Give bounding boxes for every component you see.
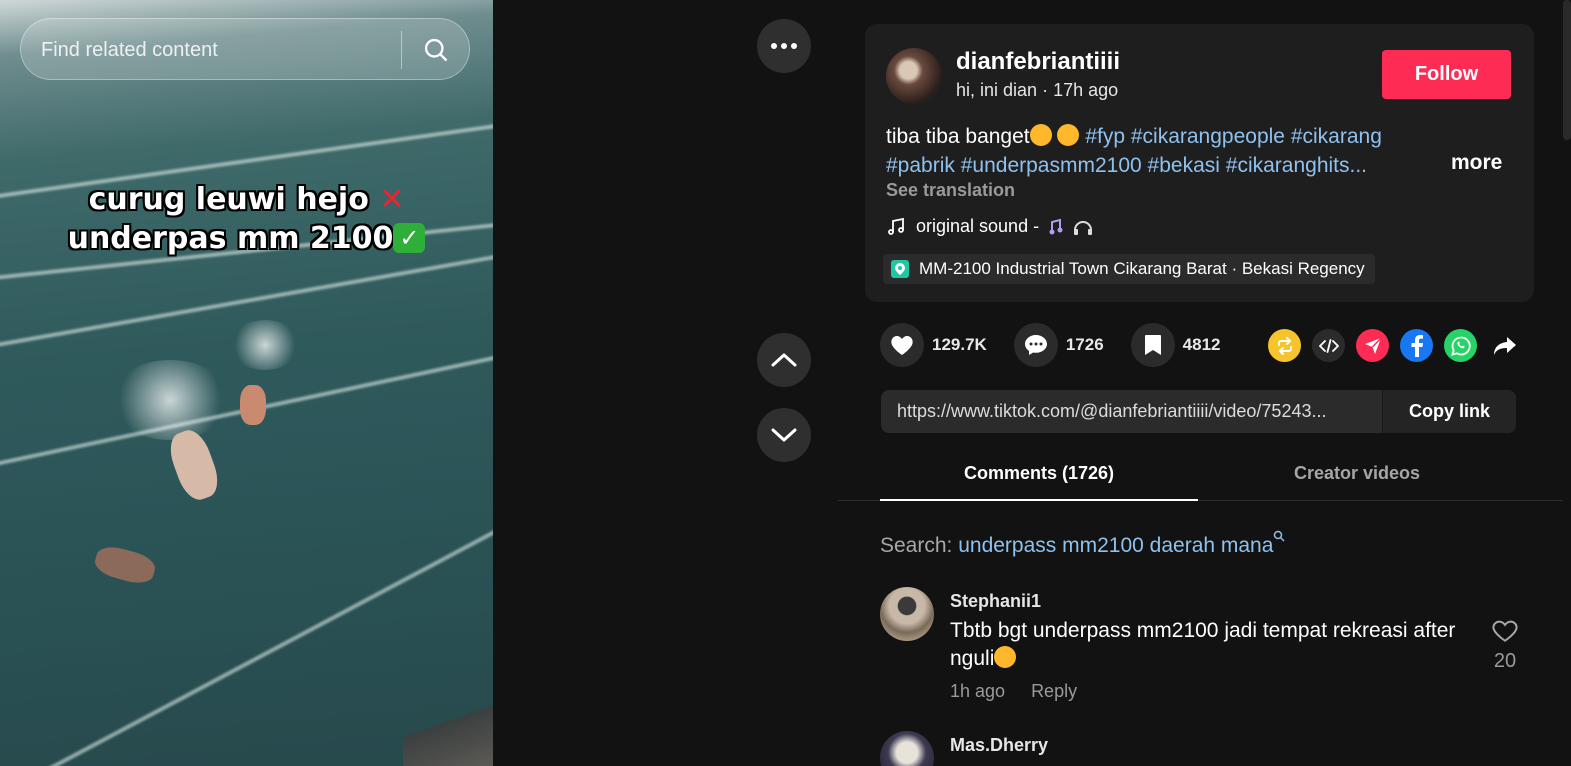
video-link-bar: https://www.tiktok.com/@dianfebriantiiii… bbox=[881, 390, 1516, 433]
author-username[interactable]: dianfebriantiiii bbox=[956, 48, 1120, 76]
comment-body: Tbtb bgt underpass mm2100 jadi tempat re… bbox=[950, 619, 1456, 670]
engagement-stats: 129.7K 1726 4812 bbox=[880, 322, 1247, 368]
location-pin-icon bbox=[891, 260, 909, 278]
video-player[interactable]: curug leuwi hejo ✕ underpas mm 2100 ✓ bbox=[0, 0, 493, 766]
video-url[interactable]: https://www.tiktok.com/@dianfebriantiiii… bbox=[897, 401, 1377, 422]
hashtag[interactable]: #fyp bbox=[1085, 125, 1125, 148]
author-avatar[interactable] bbox=[886, 48, 942, 104]
concrete-edge bbox=[403, 696, 493, 766]
scared-face-emoji-icon bbox=[1029, 124, 1052, 146]
share-options bbox=[1268, 329, 1521, 362]
like-button[interactable]: 129.7K bbox=[880, 323, 987, 367]
location-tag[interactable]: MM-2100 Industrial Town Cikarang Barat ·… bbox=[883, 254, 1375, 284]
hashtag[interactable]: #cikarangpeople bbox=[1131, 125, 1285, 148]
hashtag[interactable]: #pabrik bbox=[886, 154, 955, 177]
commenter-avatar[interactable] bbox=[880, 587, 934, 641]
description-text: tiba tiba banget bbox=[886, 125, 1030, 148]
cross-mark-icon: ✕ bbox=[379, 182, 405, 217]
next-video-button[interactable] bbox=[757, 408, 811, 462]
share-arrow-icon[interactable] bbox=[1488, 329, 1521, 362]
send-icon[interactable] bbox=[1356, 329, 1389, 362]
author-display-name: hi, ini dian bbox=[956, 80, 1038, 100]
chevron-down-icon bbox=[771, 428, 797, 442]
related-search-box bbox=[20, 18, 470, 80]
music-note-icon bbox=[888, 217, 904, 235]
search-icon bbox=[1274, 530, 1285, 542]
tab-comments[interactable]: Comments (1726) bbox=[880, 463, 1198, 501]
suggested-search-query[interactable]: underpass mm2100 daerah mana bbox=[958, 534, 1273, 557]
panel-tabs: Comments (1726) Creator videos bbox=[838, 455, 1563, 501]
comment-count: 1726 bbox=[1065, 335, 1104, 354]
post-description: tiba tiba banget #fyp #cikarangpeople #c… bbox=[886, 122, 1446, 180]
check-mark-icon: ✓ bbox=[393, 223, 426, 253]
location-name: MM-2100 Industrial Town Cikarang Barat ·… bbox=[919, 259, 1365, 278]
separator: · bbox=[1037, 80, 1054, 100]
overlay-line-1: curug leuwi hejo bbox=[88, 182, 369, 217]
whatsapp-icon[interactable] bbox=[1444, 329, 1477, 362]
hashtag[interactable]: #underpasmm2100 bbox=[961, 154, 1142, 177]
overlay-line-2: underpas mm 2100 bbox=[67, 221, 394, 256]
comment-button[interactable]: 1726 bbox=[1013, 323, 1104, 367]
more-options-button[interactable] bbox=[757, 19, 811, 73]
comment-text: Tbtb bgt underpass mm2100 jadi tempat re… bbox=[950, 617, 1470, 673]
laughing-emoji-icon bbox=[1057, 124, 1080, 146]
save-count: 4812 bbox=[1182, 335, 1221, 354]
post-time: 17h ago bbox=[1053, 80, 1119, 100]
comment-search-suggestion: Search: underpass mm2100 daerah mana bbox=[880, 530, 1285, 558]
comment-item: Stephanii1 Tbtb bgt underpass mm2100 jad… bbox=[880, 587, 1530, 717]
search-prefix: Search: bbox=[880, 534, 959, 557]
reply-button[interactable]: Reply bbox=[1031, 681, 1077, 702]
scrollbar[interactable] bbox=[1563, 0, 1571, 140]
follow-button[interactable]: Follow bbox=[1382, 50, 1511, 99]
facebook-icon[interactable] bbox=[1400, 329, 1433, 362]
hashtag[interactable]: #bekasi bbox=[1148, 154, 1220, 177]
more-horizontal-icon bbox=[771, 43, 797, 49]
comment-meta: 1h ago Reply bbox=[950, 681, 1077, 702]
sound-link[interactable]: original sound - bbox=[886, 216, 1093, 237]
search-divider bbox=[401, 31, 402, 69]
tab-creator-videos[interactable]: Creator videos bbox=[1198, 463, 1516, 484]
sound-name: original sound - bbox=[916, 216, 1040, 236]
commenter-avatar[interactable] bbox=[880, 731, 934, 766]
comment-time: 1h ago bbox=[950, 681, 1006, 701]
swimmer bbox=[164, 425, 224, 505]
heart-icon bbox=[891, 335, 913, 355]
details-panel: dianfebriantiiii hi, ini dian · 17h ago … bbox=[838, 0, 1571, 766]
commenter-username[interactable]: Stephanii1 bbox=[950, 591, 1041, 612]
previous-video-button[interactable] bbox=[757, 333, 811, 387]
swimmer bbox=[240, 385, 266, 425]
hashtag[interactable]: #cikarang bbox=[1291, 125, 1382, 148]
repost-icon[interactable] bbox=[1268, 329, 1301, 362]
more-button[interactable]: more bbox=[1451, 151, 1502, 175]
commenter-username[interactable]: Mas.Dherry bbox=[950, 735, 1048, 756]
heart-outline-icon bbox=[1492, 620, 1518, 642]
chevron-up-icon bbox=[771, 353, 797, 367]
copy-link-button[interactable]: Copy link bbox=[1382, 390, 1516, 433]
comment-bubble-icon bbox=[1024, 335, 1047, 355]
search-icon[interactable] bbox=[416, 31, 456, 69]
comment-like-count: 20 bbox=[1493, 650, 1517, 672]
related-search-input[interactable] bbox=[41, 31, 401, 69]
save-button[interactable]: 4812 bbox=[1130, 323, 1221, 367]
water-spray bbox=[230, 320, 300, 370]
bookmark-icon bbox=[1144, 335, 1161, 355]
comment-item: Mas.Dherry bbox=[880, 731, 1530, 766]
author-subline: hi, ini dian · 17h ago bbox=[956, 80, 1118, 101]
comment-like-button[interactable]: 20 bbox=[1485, 619, 1525, 673]
tiktok-video-page: curug leuwi hejo ✕ underpas mm 2100✓ dia… bbox=[0, 0, 1571, 766]
swimmer bbox=[92, 542, 158, 588]
video-caption-overlay: curug leuwi hejo ✕ underpas mm 2100 ✓ bbox=[0, 180, 493, 258]
hashtag[interactable]: #cikaranghits... bbox=[1226, 154, 1367, 177]
water-spray bbox=[110, 360, 230, 440]
embed-icon[interactable] bbox=[1312, 329, 1345, 362]
see-translation-link[interactable]: See translation bbox=[886, 180, 1015, 201]
post-info-card: dianfebriantiiii hi, ini dian · 17h ago … bbox=[865, 24, 1534, 302]
like-count: 129.7K bbox=[932, 335, 987, 354]
laughing-emoji-icon bbox=[994, 646, 1017, 668]
music-headphones-emoji-icon bbox=[1049, 218, 1093, 235]
